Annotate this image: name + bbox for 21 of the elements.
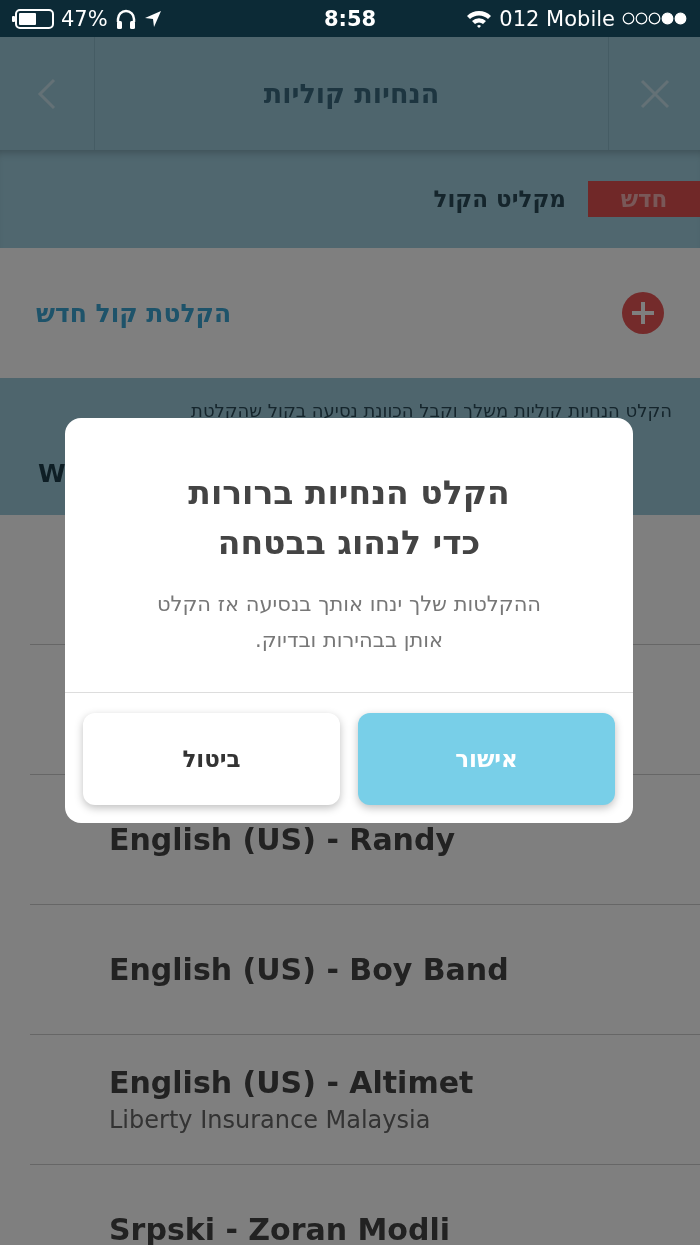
- location-arrow-icon: [143, 9, 162, 28]
- voice-title[interactable]: English (US) - Altimet: [109, 1065, 474, 1100]
- new-recording-link[interactable]: הקלטת קול חדש: [36, 298, 232, 328]
- voice-title[interactable]: English (US) - Boy Band: [109, 952, 509, 987]
- dialog-message: ההקלטות שלך ינחו אותך בנסיעה אז הקלט אותן בבהירות ובדיוק.: [155, 591, 543, 654]
- recorder-label: מקליט הקול: [433, 186, 566, 212]
- signal-strength-icon: [622, 12, 688, 25]
- carrier-name: 012 Mobile: [499, 6, 615, 31]
- section-header: W: [38, 459, 66, 488]
- cancel-button[interactable]: ביטול: [83, 713, 340, 805]
- dialog-title: כדי לנהוג בבטחה: [217, 522, 481, 564]
- wifi-icon: [466, 8, 493, 29]
- voice-subtitle: Liberty Insurance Malaysia: [109, 1106, 431, 1134]
- dialog-title: הקלט הנחיות ברורות: [188, 472, 510, 514]
- headphones-icon: [114, 7, 137, 30]
- clock-time: 8:58: [323, 6, 377, 31]
- voice-title[interactable]: English (US) - Randy: [109, 822, 455, 857]
- intro-text: הקלט הנחיות קוליות משלך וקבל הכוונת נסיעה בקול שהקלטת: [190, 400, 672, 421]
- battery-icon: [12, 8, 54, 29]
- add-icon[interactable]: [622, 292, 664, 334]
- battery-percentage: 47%: [61, 6, 108, 31]
